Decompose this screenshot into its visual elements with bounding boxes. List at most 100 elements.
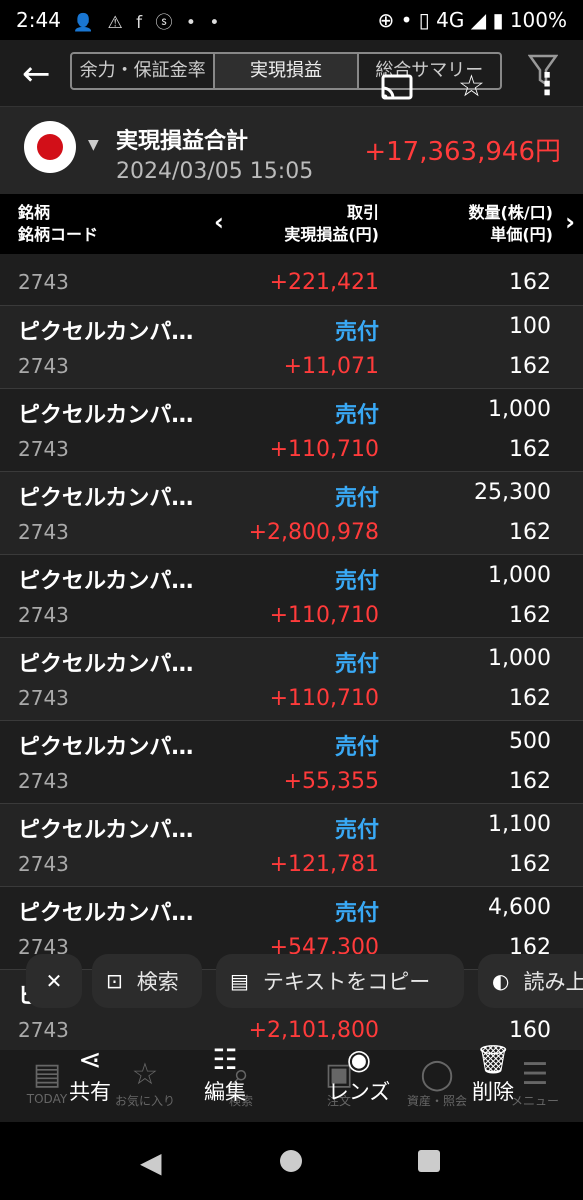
- cast-icon[interactable]: [380, 74, 414, 102]
- row-code: 2743: [18, 354, 69, 378]
- table-row[interactable]: ピクセルカンパ… 売付 25,300 2743 +2,800,978 162: [0, 472, 583, 555]
- status-time: 2:44: [16, 8, 61, 32]
- header-label: 実現損益(円): [284, 225, 379, 244]
- row-name: ピクセルカンパ…: [18, 486, 194, 511]
- row-price: 160: [509, 1018, 551, 1043]
- row-name: ピクセルカンパ…: [18, 403, 194, 428]
- system-home-icon[interactable]: [280, 1150, 302, 1172]
- chevron-down-icon[interactable]: ▼: [88, 137, 99, 153]
- copy-text-label: テキストをコピー: [262, 970, 431, 994]
- tune-icon: ☷: [212, 1043, 238, 1076]
- header-col-trade: 取引 実現損益(円): [284, 202, 379, 246]
- row-price: 162: [509, 520, 551, 545]
- row-code: 2743: [18, 603, 69, 627]
- row-pl: +110,710: [269, 603, 379, 628]
- chevron-left-icon[interactable]: ‹: [214, 208, 224, 236]
- row-pl: +121,781: [269, 852, 379, 877]
- lens-action[interactable]: ◉ レンズ: [324, 1044, 394, 1106]
- row-name: ピクセルカンパ…: [18, 818, 194, 843]
- row-name: ピクセルカンパ…: [18, 735, 194, 760]
- row-price: 162: [509, 603, 551, 628]
- copy-text-chip[interactable]: ▤ テキストをコピー: [216, 954, 464, 1008]
- row-price: 162: [509, 852, 551, 877]
- row-qty: 4,600: [488, 895, 551, 920]
- header-col-qty: 数量(株/口) 単価(円): [469, 202, 553, 246]
- system-recents-icon[interactable]: [418, 1150, 440, 1172]
- table-row[interactable]: ピクセルカンパ… 売付 1,000 2743 +110,710 162: [0, 638, 583, 721]
- row-side: 売付: [334, 735, 379, 760]
- share-icon: ⋖: [78, 1043, 102, 1076]
- row-name: ピクセルカンパ…: [18, 652, 194, 677]
- read-aloud-chip[interactable]: ◐ 読み上: [478, 954, 583, 1008]
- back-arrow-icon[interactable]: ←: [22, 54, 62, 94]
- edit-action[interactable]: ☷ 編集: [196, 1044, 254, 1106]
- close-icon: ✕: [45, 969, 63, 993]
- row-qty: 25,300: [474, 480, 551, 505]
- row-code: 2743: [18, 769, 69, 793]
- japan-flag-icon[interactable]: [24, 121, 76, 173]
- row-code: 2743: [18, 437, 69, 461]
- row-side: 売付: [334, 486, 379, 511]
- system-navigation-bar: ◀: [0, 1122, 583, 1200]
- row-side: 売付: [334, 403, 379, 428]
- notification-icons: 👤 ⚠ f ⓢ • •: [72, 12, 224, 33]
- close-chip[interactable]: ✕: [26, 954, 82, 1008]
- row-qty: 1,000: [488, 563, 551, 588]
- table-row[interactable]: 2743 +221,421 162: [0, 254, 583, 306]
- share-action[interactable]: ⋖ 共有: [62, 1044, 118, 1106]
- lens-icon: ◉: [346, 1043, 372, 1076]
- header-col-name: 銘柄 銘柄コード: [18, 202, 98, 246]
- row-pl: +221,421: [269, 270, 379, 295]
- row-qty: 1,000: [488, 397, 551, 422]
- row-price: 162: [509, 769, 551, 794]
- table-row[interactable]: ピクセルカンパ… 売付 500 2743 +55,355 162: [0, 721, 583, 804]
- table-header: 銘柄 銘柄コード ‹ 取引 実現損益(円) 数量(株/口) 単価(円) ›: [0, 194, 583, 254]
- table-row[interactable]: ピクセルカンパ… 売付 1,000 2743 +110,710 162: [0, 555, 583, 638]
- status-bar: 2:44 👤 ⚠ f ⓢ • • ⊕ • ▯ 4G ◢ ▮ 100%: [0, 0, 583, 40]
- share-label: 共有: [69, 1080, 111, 1104]
- summary-total: +17,363,946円: [364, 137, 561, 167]
- row-side: 売付: [334, 818, 379, 843]
- row-qty: 1,100: [488, 812, 551, 837]
- system-status-icons: ⊕ • ▯ 4G ◢ ▮ 100%: [377, 8, 568, 32]
- row-side: 売付: [334, 901, 379, 926]
- row-qty: 100: [509, 314, 551, 339]
- tab-segment: 余力・保証金率 実現損益 総合サマリー: [70, 52, 502, 90]
- row-price: 162: [509, 686, 551, 711]
- app-bar: 余力・保証金率 実現損益 総合サマリー ← ☆ ⋮: [0, 40, 583, 106]
- more-vert-icon[interactable]: ⋮: [532, 70, 562, 100]
- header-label: 銘柄コード: [18, 225, 99, 244]
- lens-search-icon: ⊡: [106, 969, 123, 993]
- chevron-right-icon[interactable]: ›: [565, 208, 575, 236]
- lens-label: レンズ: [327, 1080, 391, 1104]
- row-side: 売付: [334, 569, 379, 594]
- lens-action-bar: ✕ ⊡ 検索 ▤ テキストをコピー ◐ 読み上: [0, 954, 583, 1008]
- tab-realized-pl[interactable]: 実現損益: [213, 54, 359, 88]
- row-pl: +110,710: [269, 686, 379, 711]
- table-row[interactable]: ピクセルカンパ… 売付 1,000 2743 +110,710 162: [0, 389, 583, 472]
- row-pl: +110,710: [269, 437, 379, 462]
- header-label: 銘柄: [18, 203, 51, 222]
- trade-list[interactable]: 2743 +221,421 162 ピクセルカンパ… 売付 100 2743 +…: [0, 254, 583, 1050]
- header-label: 取引: [346, 203, 379, 222]
- row-pl: +11,071: [283, 354, 379, 379]
- row-pl: +55,355: [283, 769, 379, 794]
- header-label: 数量(株/口): [468, 203, 553, 222]
- row-code: 2743: [18, 1018, 69, 1042]
- row-side: 売付: [334, 320, 379, 345]
- document-icon: ▤: [230, 969, 249, 993]
- delete-action[interactable]: 🗑 削除: [466, 1044, 520, 1106]
- row-qty: 1,000: [488, 646, 551, 671]
- row-pl: +2,101,800: [248, 1018, 379, 1043]
- summary-title: 実現損益合計: [116, 129, 249, 154]
- edit-label: 編集: [204, 1080, 246, 1104]
- star-icon[interactable]: ☆: [458, 72, 485, 102]
- delete-label: 削除: [472, 1080, 514, 1104]
- table-row[interactable]: ピクセルカンパ… 売付 1,100 2743 +121,781 162: [0, 804, 583, 887]
- lens-search-chip[interactable]: ⊡ 検索: [92, 954, 202, 1008]
- read-aloud-icon: ◐: [492, 969, 510, 993]
- system-back-icon[interactable]: ◀: [140, 1146, 162, 1179]
- tab-margin-rate[interactable]: 余力・保証金率: [72, 54, 213, 88]
- table-row[interactable]: ピクセルカンパ… 売付 100 2743 +11,071 162: [0, 306, 583, 389]
- row-name: ピクセルカンパ…: [18, 569, 194, 594]
